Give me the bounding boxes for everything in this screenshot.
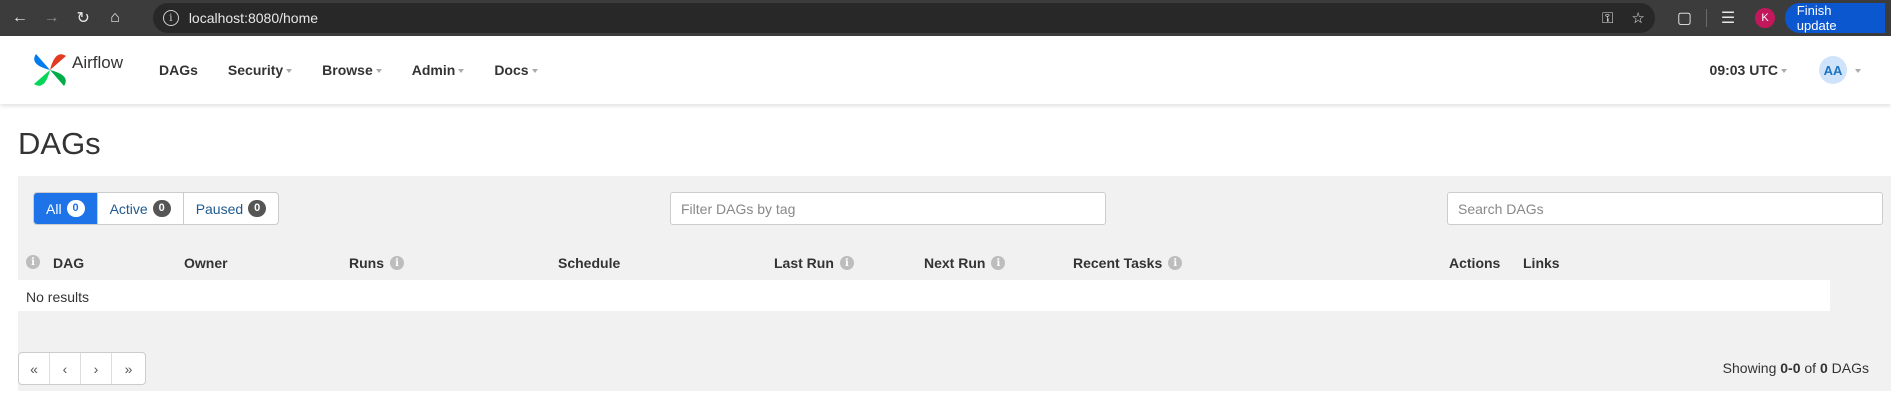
column-actions-label: Actions — [1449, 255, 1501, 271]
info-icon[interactable]: i — [991, 256, 1006, 270]
reload-icon[interactable]: ↻ — [69, 4, 97, 32]
first-page-button[interactable]: « — [19, 353, 50, 384]
home-icon[interactable]: ⌂ — [101, 4, 129, 32]
nav-dags-label: DAGs — [159, 62, 198, 78]
info-icon[interactable]: i — [839, 256, 854, 270]
user-avatar: AA — [1819, 56, 1847, 84]
site-info-icon[interactable]: i — [162, 10, 179, 26]
app-navbar: Airflow DAGs Security Browse Admin Docs … — [0, 36, 1891, 104]
filter-tab-active-label: Active — [109, 200, 148, 217]
forward-arrow-icon[interactable]: → — [38, 4, 66, 32]
caret-down-icon — [1855, 69, 1861, 73]
nav-admin-label: Admin — [411, 62, 456, 78]
nav-dags[interactable]: DAGs — [159, 62, 198, 78]
filter-tab-all[interactable]: All 0 — [34, 193, 98, 224]
user-menu[interactable]: AA — [1819, 56, 1861, 84]
search-dags-input[interactable] — [1447, 192, 1883, 225]
showing-suffix: DAGs — [1827, 360, 1869, 376]
column-actions: Actions — [1449, 255, 1500, 271]
column-owner-label: Owner — [184, 255, 228, 271]
dags-panel: All 0 Active 0 Paused 0 i DAG Owner Runs… — [18, 176, 1891, 391]
nav-admin[interactable]: Admin — [412, 62, 465, 78]
column-recent-tasks-label: Recent Tasks — [1073, 255, 1163, 271]
showing-count: Showing 0-0 of 0 DAGs — [1723, 360, 1869, 376]
caret-down-icon — [1781, 69, 1787, 73]
airflow-logo-icon — [34, 54, 66, 86]
column-links: Links — [1523, 255, 1560, 271]
media-queue-icon[interactable]: ☰ — [1721, 8, 1735, 28]
table-empty-row: No results — [18, 280, 1830, 311]
showing-total: 0 — [1819, 360, 1828, 376]
browser-toolbar: ← → ↻ ⌂ i localhost:8080/home ⚿ ☆ ▢ ☰ K … — [0, 0, 1891, 36]
filter-tab-paused-label: Paused — [195, 200, 244, 217]
nav-security[interactable]: Security — [227, 62, 293, 78]
pagination: « ‹ › » — [18, 352, 146, 385]
empty-results-text: No results — [26, 289, 90, 305]
info-icon[interactable]: i — [1168, 256, 1183, 270]
address-bar[interactable]: i localhost:8080/home ⚿ ☆ — [152, 3, 1655, 33]
filter-tab-all-count: 0 — [66, 200, 85, 217]
nav-docs[interactable]: Docs — [494, 62, 538, 78]
toolbar-divider — [1705, 9, 1707, 27]
column-recent-tasks: Recent Tasks i — [1073, 255, 1183, 271]
next-page-button[interactable]: › — [81, 353, 112, 384]
filter-tab-active-count: 0 — [152, 200, 171, 217]
nav-security-label: Security — [227, 62, 284, 78]
column-next-run-label: Next Run — [924, 255, 986, 271]
previous-page-button[interactable]: ‹ — [50, 353, 81, 384]
column-last-run-label: Last Run — [774, 255, 834, 271]
key-icon[interactable]: ⚿ — [1602, 10, 1613, 27]
filter-tab-paused[interactable]: Paused 0 — [184, 193, 278, 224]
page-title: DAGs — [18, 126, 101, 161]
brand-name: Airflow — [72, 53, 124, 72]
filter-tab-paused-count: 0 — [248, 200, 267, 217]
tag-filter-input[interactable] — [670, 192, 1106, 225]
column-schedule-label: Schedule — [558, 255, 621, 271]
nav-browse[interactable]: Browse — [322, 62, 382, 78]
column-next-run[interactable]: Next Run i — [924, 255, 1006, 271]
back-arrow-icon[interactable]: ← — [6, 4, 34, 32]
caret-down-icon — [458, 69, 465, 73]
column-runs: Runs i — [349, 255, 404, 271]
dags-toolbar: All 0 Active 0 Paused 0 — [33, 192, 1891, 225]
filter-tab-all-label: All — [46, 200, 62, 217]
caret-down-icon — [286, 69, 293, 73]
column-runs-label: Runs — [349, 255, 384, 271]
table-header: i DAG Owner Runs i Schedule Last Run i Nex… — [18, 248, 1891, 280]
nav-docs-label: Docs — [494, 62, 529, 78]
clock-label: 09:03 UTC — [1709, 62, 1778, 78]
info-icon[interactable]: i — [390, 256, 404, 270]
info-icon[interactable]: i — [26, 255, 40, 269]
extensions-icon[interactable]: ▢ — [1677, 8, 1692, 28]
column-schedule[interactable]: Schedule — [558, 255, 620, 271]
showing-of: of — [1800, 360, 1820, 376]
timezone-clock[interactable]: 09:03 UTC — [1710, 62, 1787, 78]
profile-avatar[interactable]: K — [1755, 8, 1775, 28]
last-page-button[interactable]: » — [112, 353, 145, 384]
column-last-run: Last Run i — [774, 255, 854, 271]
column-links-label: Links — [1523, 255, 1560, 271]
finish-update-button[interactable]: Finish update — [1784, 3, 1885, 33]
caret-down-icon — [375, 69, 382, 73]
status-filter-tabs: All 0 Active 0 Paused 0 — [33, 192, 280, 225]
column-owner[interactable]: Owner — [184, 255, 228, 271]
bookmark-star-icon[interactable]: ☆ — [1631, 9, 1644, 27]
filter-tab-active[interactable]: Active 0 — [98, 193, 184, 224]
info-icon: i — [26, 255, 40, 269]
showing-prefix: Showing — [1722, 360, 1781, 376]
caret-down-icon — [531, 69, 538, 73]
nav-browse-label: Browse — [322, 62, 373, 78]
column-dag[interactable]: DAG — [53, 255, 84, 271]
column-dag-label: DAG — [53, 255, 85, 271]
showing-range: 0-0 — [1780, 360, 1801, 376]
url-text[interactable]: localhost:8080/home — [189, 10, 1584, 26]
brand-link[interactable]: Airflow — [30, 50, 123, 90]
